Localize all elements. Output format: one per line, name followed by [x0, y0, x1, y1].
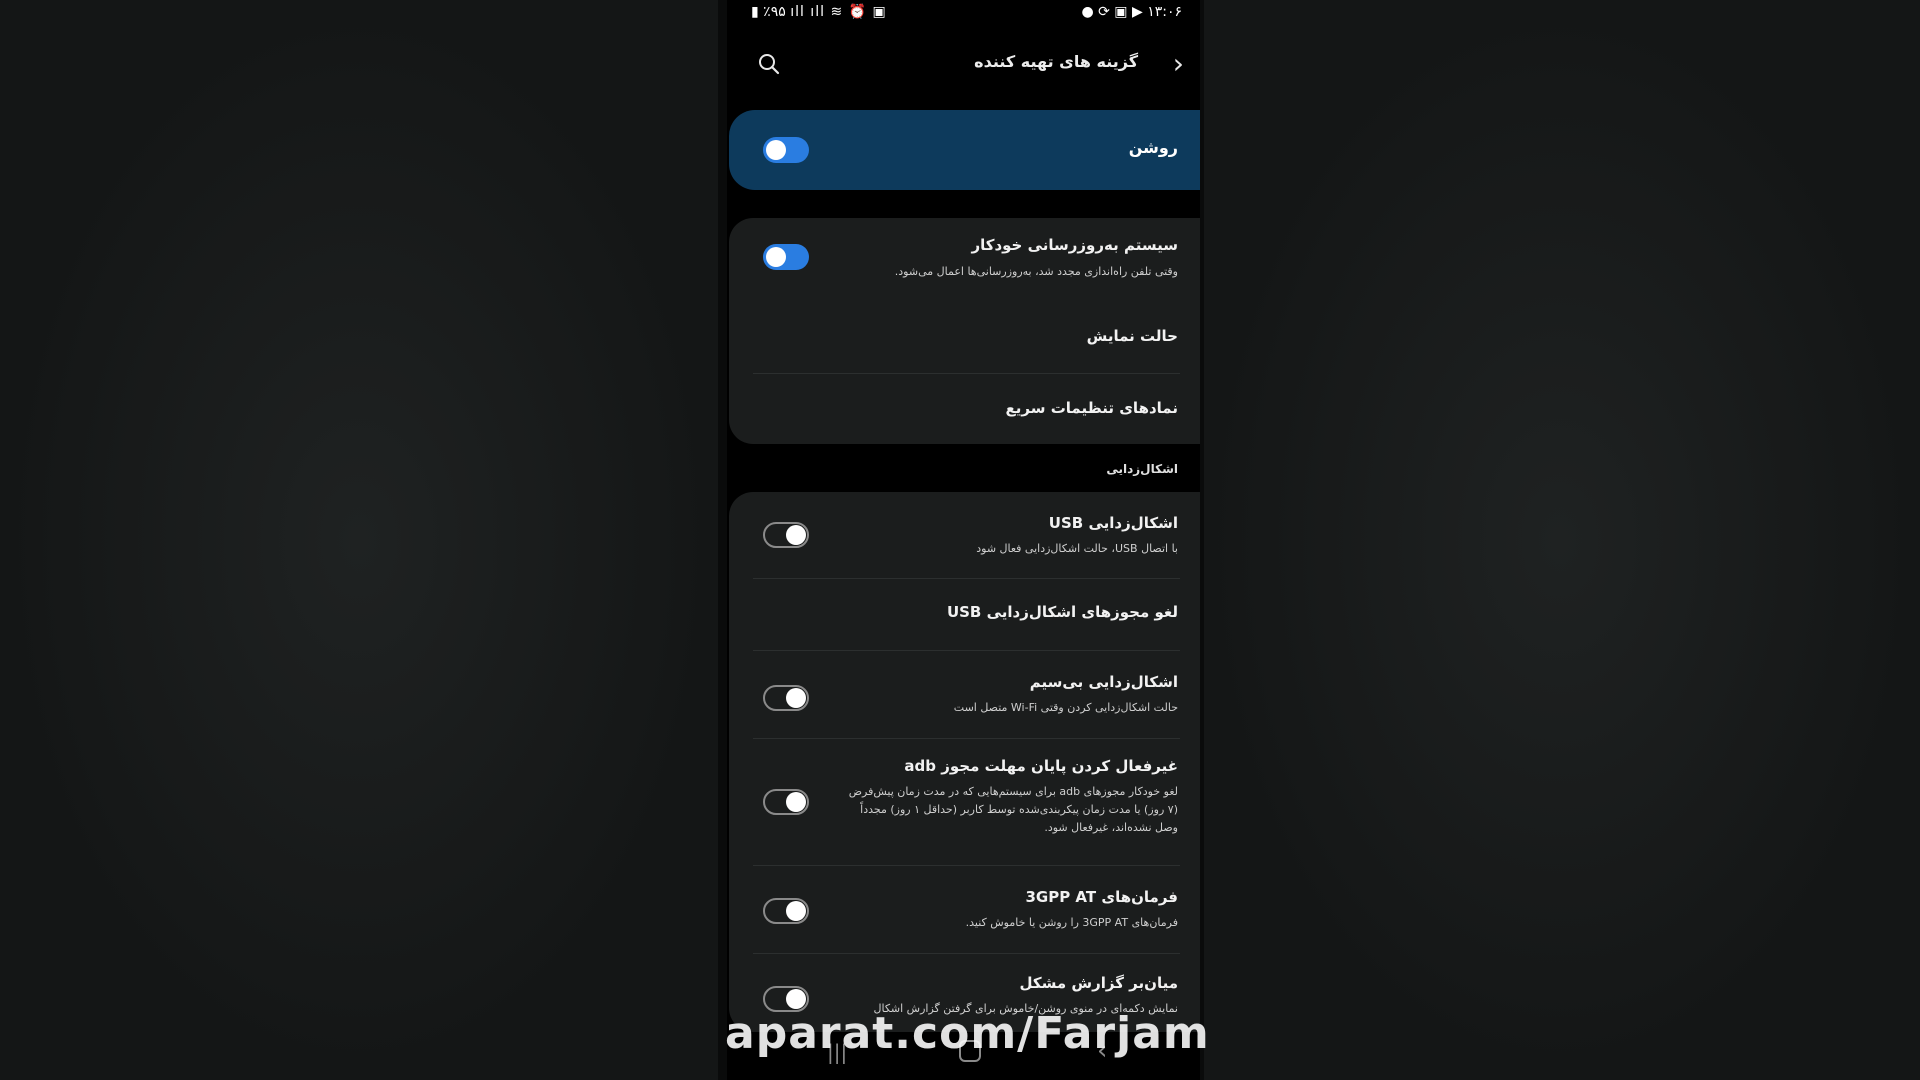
3gpp-at-title: فرمان‌های 3GPP AT [1025, 888, 1178, 906]
chevron-right-icon[interactable]: › [1173, 50, 1184, 78]
3gpp-at-toggle[interactable] [763, 898, 809, 924]
background-right [1200, 0, 1920, 1080]
phone-screen: ● ⟳ ▣ ▶ ۱۳:۰۶ ▮ ٪۹۵ ıll ıll ≋ ⏰ ▣ › گزین… [727, 0, 1200, 1080]
top-app-bar: › گزینه های تهیه کننده [727, 42, 1200, 86]
battery-icon: ▮ [751, 4, 759, 20]
list-item-display-mode[interactable]: حالت نمایش [729, 302, 1200, 374]
status-right: ▮ ٪۹۵ ıll ıll ≋ ⏰ ▣ [751, 4, 887, 20]
wireless-debugging-subtitle: حالت اشکال‌زدایی کردن وقتی Wi-Fi متصل اس… [953, 701, 1178, 714]
toggle-knob [766, 140, 786, 160]
lock-icon: ▣ [872, 4, 887, 20]
list-item-adb-timeout[interactable]: غیرفعال کردن پایان مهلت مجوز adb لغو خود… [729, 739, 1200, 865]
toggle-knob [786, 792, 806, 812]
usb-debugging-toggle[interactable] [763, 522, 809, 548]
master-toggle-label: روشن [1128, 138, 1178, 157]
wifi-icon: ≋ [830, 4, 844, 20]
signal-icon: ıll ıll [790, 4, 825, 20]
toggle-knob [786, 901, 806, 921]
list-item-quick-settings-tiles[interactable]: نمادهای تنظیمات سریع [729, 374, 1200, 444]
alarm-icon: ⏰ [848, 4, 868, 20]
bug-report-title: میان‌بر گزارش مشکل [1019, 974, 1178, 992]
battery-level: ٪۹۵ [763, 4, 786, 20]
list-item-3gpp-at[interactable]: فرمان‌های 3GPP AT فرمان‌های 3GPP AT را ر… [729, 866, 1200, 954]
debugging-card: اشکال‌زدایی USB با اتصال USB، حالت اشکال… [729, 492, 1200, 1032]
list-item-usb-debugging[interactable]: اشکال‌زدایی USB با اتصال USB، حالت اشکال… [729, 492, 1200, 578]
status-left: ● ⟳ ▣ ▶ ۱۳:۰۶ [1081, 4, 1182, 20]
watermark: aparat.com/Farjam [725, 1008, 1210, 1059]
auto-update-title: سیستم به‌روزرسانی خودکار [971, 236, 1178, 254]
wireless-debugging-toggle[interactable] [763, 685, 809, 711]
wireless-debugging-title: اشکال‌زدایی بی‌سیم [1029, 673, 1178, 691]
general-settings-card: سیستم به‌روزرسانی خودکار وقتی تلفن راه‌ا… [729, 218, 1200, 562]
toggle-knob [786, 688, 806, 708]
usb-debugging-subtitle: با اتصال USB، حالت اشکال‌زدایی فعال شود [976, 542, 1178, 555]
display-mode-title: حالت نمایش [1086, 327, 1178, 345]
master-toggle-card[interactable]: روشن [729, 110, 1200, 190]
master-toggle[interactable] [763, 137, 809, 163]
list-item-auto-update[interactable]: سیستم به‌روزرسانی خودکار وقتی تلفن راه‌ا… [729, 218, 1200, 302]
adb-timeout-title: غیرفعال کردن پایان مهلت مجوز adb [904, 757, 1178, 775]
record-icon: ● ⟳ ▣ ▶ [1081, 4, 1143, 20]
adb-timeout-toggle[interactable] [763, 789, 809, 815]
status-bar: ● ⟳ ▣ ▶ ۱۳:۰۶ ▮ ٪۹۵ ıll ıll ≋ ⏰ ▣ [727, 4, 1200, 24]
page-title: گزینه های تهیه کننده [974, 52, 1138, 71]
usb-debugging-title: اشکال‌زدایی USB [1048, 514, 1178, 532]
list-item-revoke-usb-auth[interactable]: لغو مجوزهای اشکال‌زدایی USB [729, 579, 1200, 651]
quick-settings-tiles-title: نمادهای تنظیمات سریع [1005, 399, 1178, 417]
section-header-debugging: اشکال‌زدایی [1106, 462, 1178, 476]
list-item-wireless-debugging[interactable]: اشکال‌زدایی بی‌سیم حالت اشکال‌زدایی کردن… [729, 651, 1200, 739]
search-icon[interactable] [757, 52, 781, 76]
auto-update-toggle[interactable] [763, 244, 809, 270]
toggle-knob [766, 247, 786, 267]
status-time: ۱۳:۰۶ [1147, 4, 1182, 20]
toggle-knob [786, 989, 806, 1009]
revoke-usb-auth-title: لغو مجوزهای اشکال‌زدایی USB [946, 603, 1178, 621]
adb-timeout-subtitle: لغو خودکار مجوزهای adb برای سیستم‌هایی ک… [848, 785, 1178, 834]
auto-update-subtitle: وقتی تلفن راه‌اندازی مجدد شد، به‌روزرسان… [894, 265, 1178, 278]
frame-divider-right [1200, 0, 1204, 1080]
toggle-knob [786, 525, 806, 545]
3gpp-at-subtitle: فرمان‌های 3GPP AT را روشن یا خاموش کنید. [965, 916, 1178, 929]
background-left [0, 0, 718, 1080]
